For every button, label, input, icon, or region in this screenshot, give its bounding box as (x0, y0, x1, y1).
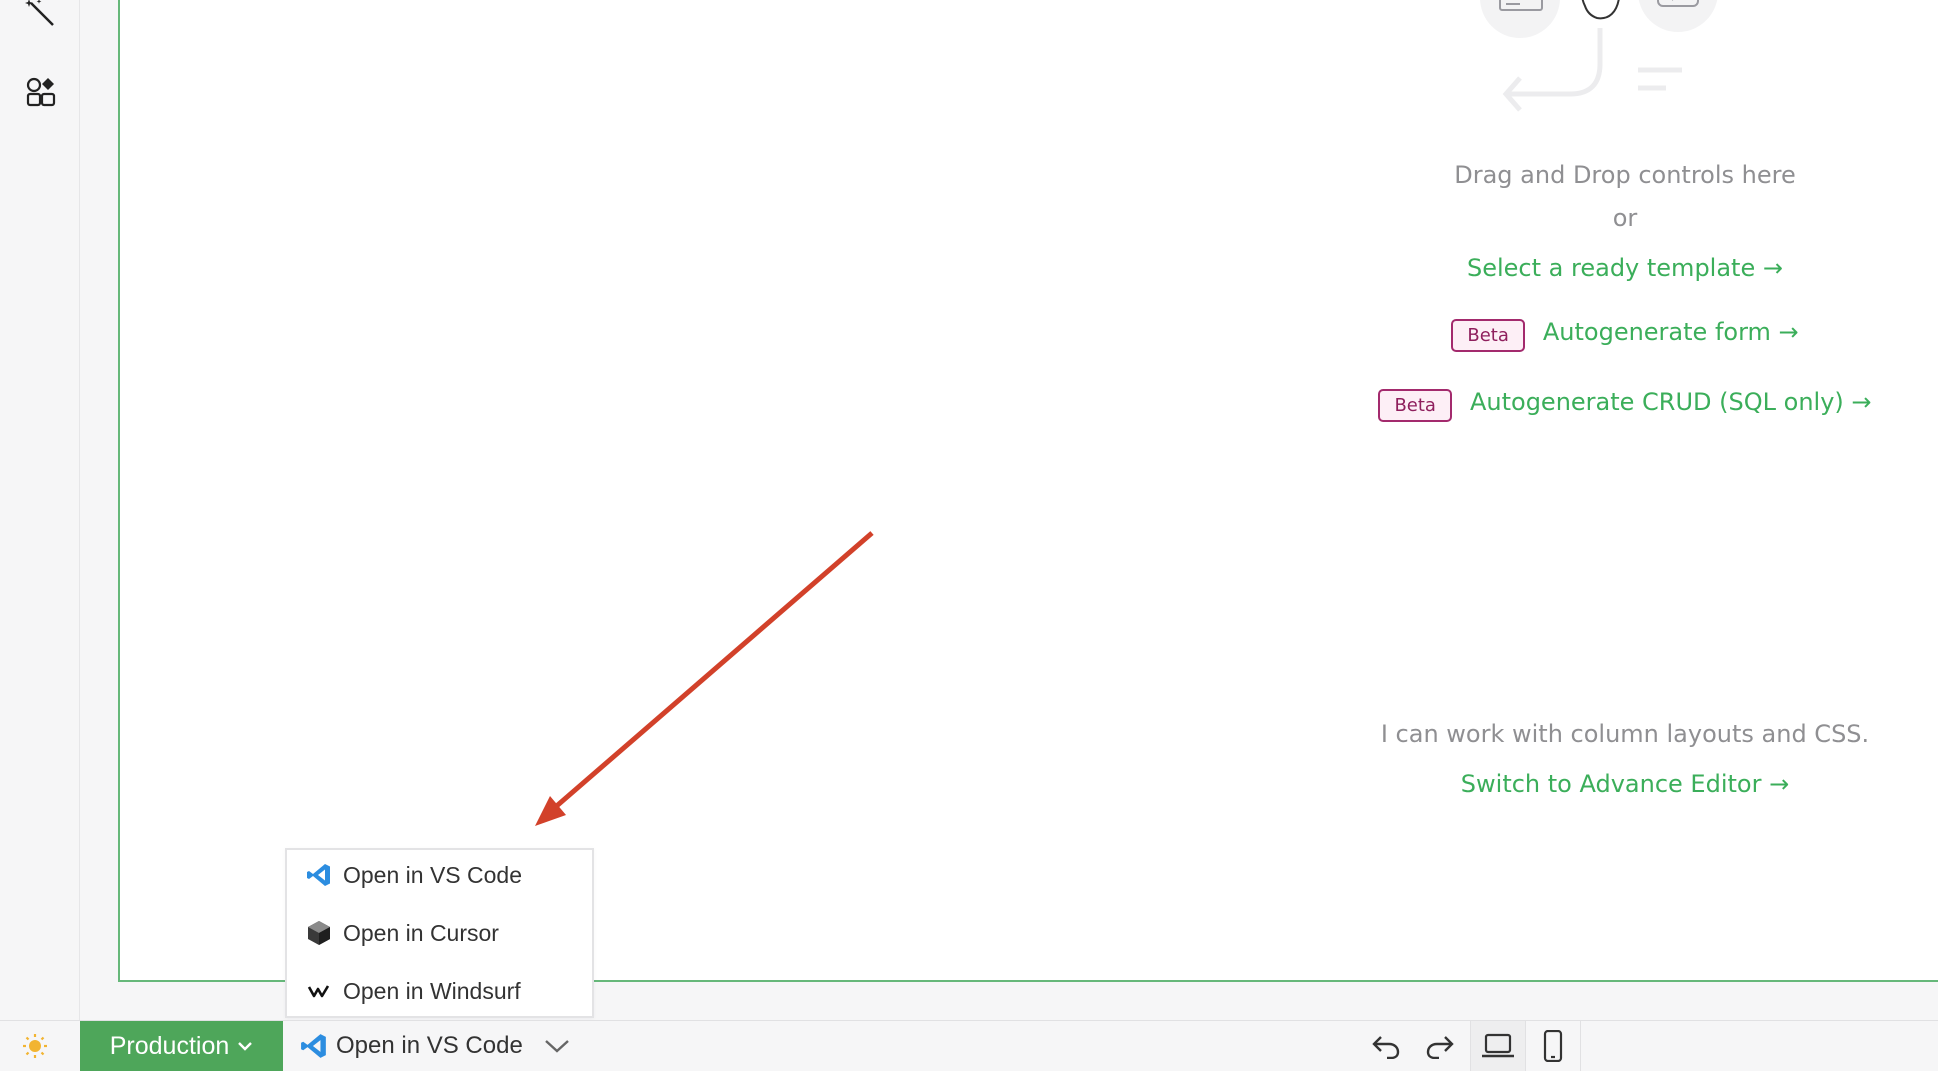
laptop-icon (1482, 1033, 1514, 1058)
vscode-icon (305, 861, 333, 889)
vscode-icon (301, 1034, 326, 1058)
redo-button[interactable] (1413, 1021, 1467, 1071)
open-in-vscode-option[interactable]: Open in VS Code (305, 858, 522, 892)
mobile-phone-icon (1543, 1030, 1563, 1062)
theme-toggle-sun-icon[interactable] (18, 1031, 52, 1061)
undo-icon (1372, 1036, 1400, 1059)
open-in-windsurf-option[interactable]: Open in Windsurf (305, 974, 521, 1008)
chevron-down-icon (545, 1040, 569, 1053)
open-in-cursor-option[interactable]: Open in Cursor (305, 916, 499, 950)
chevron-down-icon (238, 1042, 253, 1051)
environment-dropdown[interactable]: Production (80, 1021, 283, 1071)
mobile-view-button[interactable] (1526, 1021, 1580, 1071)
redo-icon (1426, 1036, 1454, 1059)
bottom-toolbar: Production Open in VS Code (0, 1020, 1938, 1071)
open-in-menu-toggle[interactable] (540, 1031, 574, 1061)
open-in-editor-button[interactable]: Open in VS Code (300, 1021, 523, 1071)
desktop-view-button[interactable] (1471, 1021, 1525, 1071)
open-in-dropdown-menu: Open in VS Code Open in Cursor Open in W… (285, 848, 594, 1018)
cursor-icon (305, 919, 333, 947)
undo-button[interactable] (1359, 1021, 1413, 1071)
windsurf-icon (305, 977, 333, 1005)
toolbar-divider (1580, 1021, 1581, 1071)
